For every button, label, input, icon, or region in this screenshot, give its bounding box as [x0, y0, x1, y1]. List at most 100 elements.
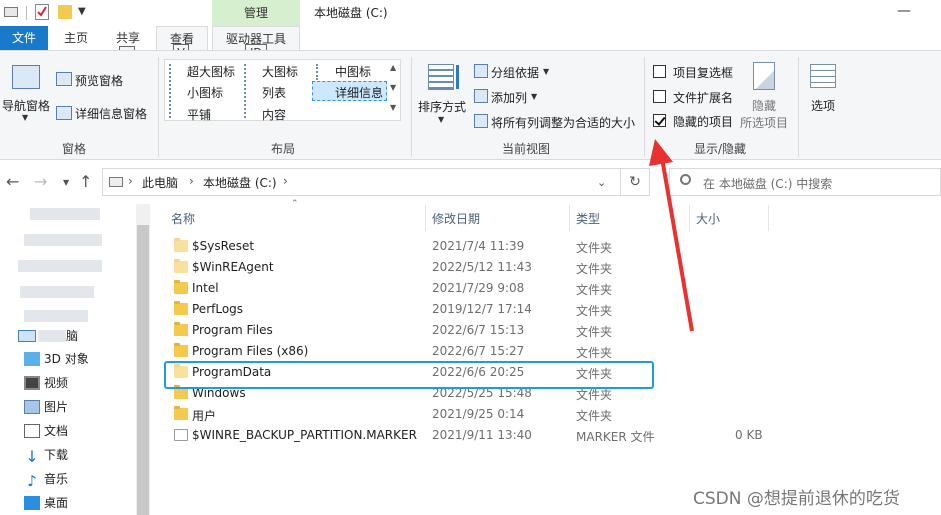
file-row[interactable]: $WINRE_BACKUP_PARTITION.MARKER 2021/9/11 … [165, 425, 805, 446]
layout-tiles[interactable]: 平铺 [187, 106, 211, 123]
video-icon [24, 376, 40, 390]
sort-indicator-icon: ⌃ [291, 199, 299, 209]
back-button[interactable]: ← [6, 172, 19, 191]
nav-item-3d-objects[interactable]: 3D 对象 [24, 348, 89, 370]
breadcrumb-separator-icon[interactable]: › [189, 174, 194, 188]
layout-list[interactable]: 列表 [262, 84, 286, 101]
file-size: 0 KB [735, 428, 763, 442]
tab-home[interactable]: 主页 [52, 26, 100, 50]
preview-pane-button[interactable]: 预览窗格 [75, 72, 123, 89]
nav-item-label: 文档 [44, 424, 69, 438]
forward-button[interactable]: → [34, 172, 47, 191]
item-checkboxes-checkbox[interactable] [653, 65, 666, 78]
new-folder-icon[interactable] [58, 5, 72, 19]
qat-dropdown-icon[interactable]: ▼ [78, 6, 86, 17]
hide-selected-button[interactable]: 隐藏 [752, 97, 776, 114]
layout-icon-grid-3 [316, 64, 329, 80]
desktop-icon [24, 496, 40, 510]
nav-item-documents[interactable]: 文档 [24, 420, 68, 442]
this-pc-icon [109, 177, 123, 187]
layout-icon-grid-2 [244, 64, 257, 118]
layout-scroll-down-icon[interactable]: ▼ [390, 83, 396, 92]
layout-medium-icons[interactable]: 中图标 [335, 63, 371, 80]
manage-label: 管理 [243, 6, 268, 20]
column-separator[interactable] [425, 205, 426, 231]
layout-small-icons[interactable]: 小图标 [187, 84, 223, 101]
address-bar[interactable]: › 此电脑 › 本地磁盘 (C:) › ⌄ [102, 168, 650, 196]
address-dropdown-icon[interactable]: ⌄ [597, 176, 606, 189]
folder-icon [174, 280, 188, 294]
column-header-name[interactable]: 名称 [171, 210, 195, 227]
layout-more-icon[interactable]: ▼ [390, 103, 396, 112]
options-button[interactable]: 选项 [811, 97, 835, 114]
up-button[interactable]: ↑ [79, 172, 92, 191]
folder-icon [174, 406, 188, 420]
column-separator[interactable] [768, 205, 769, 231]
column-header-type[interactable]: 类型 [576, 210, 600, 227]
options-icon [810, 64, 836, 88]
blurred-quick-access [30, 208, 100, 220]
nav-item-downloads[interactable]: ↓ 下载 [24, 444, 68, 466]
column-separator[interactable] [569, 205, 570, 231]
minimize-button[interactable]: — [897, 3, 911, 19]
group-by-dropdown-icon: ▼ [543, 67, 550, 76]
group-by-button[interactable]: 分组依据 [491, 64, 539, 81]
details-pane-button[interactable]: 详细信息窗格 [75, 105, 147, 122]
group-label-panes: 窗格 [62, 142, 87, 156]
title-bar: ▼ 管理 本地磁盘 (C:) — [0, 0, 941, 26]
pictures-icon [24, 400, 40, 414]
folder-icon [174, 301, 188, 315]
watermark: CSDN @想提前退休的吃货 [693, 489, 900, 509]
nav-pane-button[interactable]: 导航窗格 [2, 97, 50, 114]
breadcrumb-local-disk[interactable]: 本地磁盘 (C:) [203, 174, 277, 191]
preview-pane-icon [56, 72, 72, 86]
downloads-icon: ↓ [25, 447, 39, 466]
add-column-dropdown-icon: ▼ [531, 92, 538, 101]
folder-icon [174, 259, 188, 273]
file-type: 文件夹 [576, 283, 613, 297]
sort-by-button[interactable]: 排序方式 [418, 98, 466, 115]
group-label-current-view: 当前视图 [502, 142, 551, 156]
file-date: 2021/9/11 13:40 [432, 428, 532, 442]
window-title: 本地磁盘 (C:) [314, 6, 388, 20]
file-type: 文件夹 [576, 409, 613, 423]
file-date: 2022/6/7 15:27 [432, 344, 525, 358]
file-name: $WINRE_BACKUP_PARTITION.MARKER [192, 428, 417, 442]
column-header-date[interactable]: 修改日期 [432, 210, 480, 227]
folder-icon [174, 238, 188, 252]
group-separator [158, 57, 159, 157]
file-row[interactable]: 用户 2021/9/25 0:14 文件夹 [165, 404, 805, 425]
properties-icon[interactable] [35, 4, 49, 20]
file-date: 2021/7/29 9:08 [432, 281, 525, 295]
file-type: 文件夹 [576, 241, 613, 255]
fit-columns-button[interactable]: 将所有列调整为合适的大小 [491, 114, 635, 131]
breadcrumb-separator-icon[interactable]: › [128, 174, 133, 188]
file-type: 文件夹 [576, 304, 613, 318]
layout-scroll-up-icon[interactable]: ▲ [390, 63, 396, 72]
nav-item-label: 视频 [44, 376, 69, 390]
add-column-icon [474, 89, 488, 103]
this-pc-icon [18, 330, 36, 342]
drive-icon [4, 7, 18, 17]
nav-item-pictures[interactable]: 图片 [24, 396, 68, 418]
nav-pane-scrollbar-thumb[interactable] [137, 225, 149, 515]
nav-item-desktop[interactable]: 桌面 [24, 492, 68, 514]
file-date: 2021/9/25 0:14 [432, 407, 525, 421]
folder-icon [174, 343, 188, 357]
ribbon: 导航窗格 ▼ 预览窗格 详细信息窗格 窗格 超大图标 大图标 中图标 小图标 列… [0, 50, 941, 160]
file-row[interactable]: Program Files (x86) 2022/6/7 15:27 文件夹 [165, 341, 805, 362]
layout-content[interactable]: 内容 [262, 106, 286, 123]
this-pc-label-tail[interactable]: 脑 [66, 325, 78, 347]
layout-extra-large-icons[interactable]: 超大图标 [187, 63, 235, 80]
nav-item-music[interactable]: ♪ 音乐 [24, 468, 68, 490]
add-column-button[interactable]: 添加列 [491, 89, 527, 106]
documents-icon [24, 424, 40, 438]
breadcrumb-this-pc[interactable]: 此电脑 [142, 174, 178, 191]
layout-large-icons[interactable]: 大图标 [262, 63, 298, 80]
tab-file[interactable]: 文件 [0, 26, 48, 50]
breadcrumb-separator-icon[interactable]: › [283, 174, 288, 188]
file-extensions-checkbox[interactable] [653, 90, 666, 103]
recent-dropdown-icon[interactable]: ▼ [63, 178, 69, 187]
tab-manage-context[interactable]: 管理 [212, 0, 300, 26]
nav-item-videos[interactable]: 视频 [24, 372, 68, 394]
